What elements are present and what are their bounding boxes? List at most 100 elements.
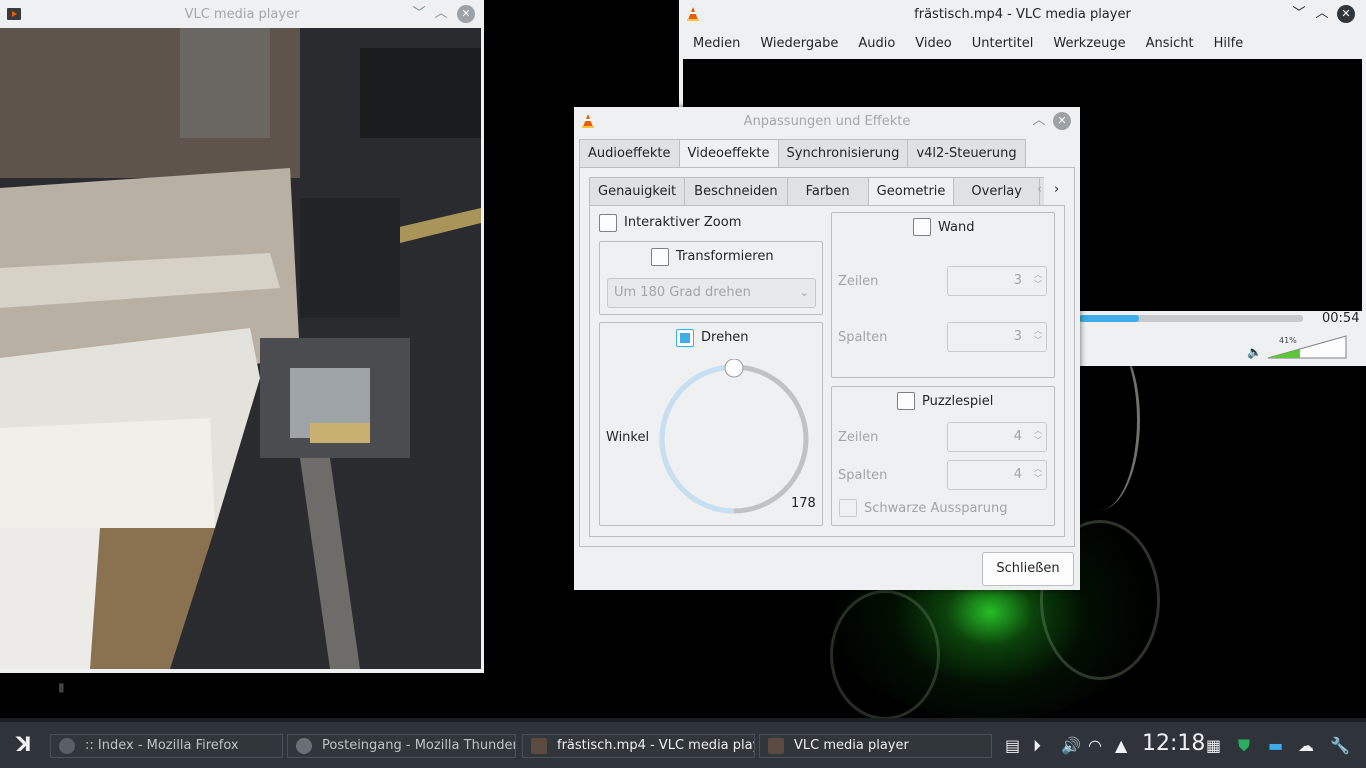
tab-overlay[interactable]: Overlay (953, 177, 1040, 205)
volume-percent: 41% (1279, 336, 1297, 345)
vlc-icon (531, 738, 547, 754)
time-display: 00:54 (1322, 311, 1360, 326)
video-frame-image (0, 28, 481, 669)
spinner-arrows-icon: ︿ ﹀ (1034, 426, 1042, 445)
minimize-button[interactable]: ﹀ (1290, 5, 1308, 23)
menu-audio[interactable]: Audio (848, 36, 905, 51)
menu-medien[interactable]: Medien (683, 36, 750, 51)
menu-hilfe[interactable]: Hilfe (1204, 36, 1254, 51)
wall-rows-value: 3 (1013, 273, 1022, 288)
tab-beschneiden[interactable]: Beschneiden (684, 177, 788, 205)
menu-ansicht[interactable]: Ansicht (1136, 36, 1204, 51)
maximize-button[interactable]: ︿ (1030, 112, 1048, 130)
puzzle-rows-value: 4 (1013, 429, 1022, 444)
wall-rows-spinbox[interactable]: 3 ︿ ﹀ (947, 266, 1047, 296)
puzzle-label: Puzzlespiel (922, 394, 994, 409)
transform-select-value: Um 180 Grad drehen (614, 285, 751, 300)
videoeffekte-panel: Genauigkeit Beschneiden Farben Geometrie… (579, 167, 1075, 547)
menu-wiedergabe[interactable]: Wiedergabe (750, 36, 848, 51)
task-vlc-frastisch[interactable]: frästisch.mp4 - VLC media player (522, 734, 755, 758)
minimize-button[interactable]: ﹀ (410, 5, 428, 23)
close-button[interactable]: ✕ (1053, 112, 1071, 130)
vlc-icon (768, 738, 784, 754)
sub-tabs: Genauigkeit Beschneiden Farben Geometrie… (589, 177, 1044, 206)
tab-audioeffekte[interactable]: Audioeffekte (579, 139, 680, 167)
cloud-icon[interactable]: ☁ (1298, 736, 1314, 755)
wall-cols-spinbox[interactable]: 3 ︿ ﹀ (947, 322, 1047, 352)
maximize-button[interactable]: ︿ (1313, 5, 1331, 23)
interactive-zoom-label: Interaktiver Zoom (624, 215, 742, 230)
dialog-title: Anpassungen und Effekte (743, 113, 911, 129)
media-player-icon[interactable]: ⏵ (1033, 736, 1041, 756)
wrench-icon[interactable]: 🔧 (1330, 736, 1350, 755)
transform-label: Transformieren (676, 249, 774, 264)
window-titlebar[interactable]: frästisch.mp4 - VLC media player ﹀ ︿ ✕ (679, 0, 1366, 28)
tab-videoeffekte[interactable]: Videoeffekte (678, 139, 779, 168)
task-firefox[interactable]: :: Index - Mozilla Firefox (50, 734, 283, 758)
spinner-arrows-icon: ︿ ﹀ (1034, 464, 1042, 483)
puzzle-rows-label: Zeilen (838, 430, 879, 445)
angle-label: Winkel (606, 430, 650, 445)
task-label: Posteingang - Mozilla Thunderbird (322, 738, 515, 753)
geometrie-panel: Interaktiver Zoom Transformieren Um 180 … (589, 205, 1065, 537)
calculator-icon[interactable]: ▦ (1206, 736, 1221, 755)
folder-icon[interactable]: ▬ (1268, 736, 1283, 755)
close-dialog-button[interactable]: Schließen (982, 552, 1074, 586)
menu-werkzeuge[interactable]: Werkzeuge (1043, 36, 1135, 51)
video-display[interactable] (0, 28, 481, 669)
task-label: VLC media player (794, 738, 909, 753)
window-titlebar[interactable]: VLC media player ﹀ ︿ ✕ (0, 0, 484, 28)
main-tabs: Audioeffekte Videoeffekte Synchronisieru… (579, 139, 1026, 168)
angle-value: 178 (791, 496, 816, 511)
volume-icon[interactable]: 🔊 (1061, 736, 1081, 755)
seek-slider[interactable] (1079, 315, 1303, 322)
wifi-icon[interactable]: ◠ (1088, 736, 1102, 755)
transform-select[interactable]: Um 180 Grad drehen ⌄ (607, 278, 816, 308)
speaker-icon[interactable]: 🔈 (1247, 345, 1262, 359)
tab-scroll-left-icon[interactable]: ‹ (1037, 182, 1042, 197)
maximize-button[interactable]: ︿ (432, 5, 450, 23)
clipboard-icon[interactable]: ▤ (1005, 736, 1020, 755)
close-button[interactable]: ✕ (457, 5, 475, 23)
black-slot-checkbox[interactable] (839, 499, 857, 517)
puzzle-cols-value: 4 (1013, 467, 1022, 482)
tab-scroll-right-icon[interactable]: › (1054, 182, 1059, 197)
puzzle-group: Puzzlespiel Zeilen 4 ︿ ﹀ Spalten 4 ︿ ﹀ Sch… (831, 386, 1055, 526)
transform-checkbox[interactable] (651, 248, 669, 266)
seek-progress (1079, 315, 1140, 322)
wall-cols-label: Spalten (838, 330, 888, 345)
menu-bar: Medien Wiedergabe Audio Video Untertitel… (679, 28, 1366, 58)
dialog-titlebar[interactable]: Anpassungen und Effekte ︿ ✕ (574, 107, 1080, 135)
tab-geometrie[interactable]: Geometrie (867, 177, 955, 206)
task-thunderbird[interactable]: Posteingang - Mozilla Thunderbird (287, 734, 516, 758)
vlc-window-small: VLC media player ﹀ ︿ ✕ (0, 0, 484, 673)
shield-icon[interactable]: ⛊ (1238, 736, 1250, 756)
kde-launcher-icon[interactable]: ꓘ (16, 732, 32, 756)
thunderbird-icon (296, 738, 312, 754)
angle-dial[interactable] (655, 359, 815, 519)
puzzle-checkbox[interactable] (897, 392, 915, 410)
desktop-icon: ▮ (58, 680, 65, 694)
task-vlc[interactable]: VLC media player (759, 734, 992, 758)
menu-video[interactable]: Video (905, 36, 961, 51)
effects-dialog: Anpassungen und Effekte ︿ ✕ Audioeffekte… (574, 107, 1080, 590)
tab-v4l2-steuerung[interactable]: v4l2-Steuerung (907, 139, 1026, 167)
interactive-zoom-checkbox[interactable] (599, 214, 617, 232)
close-button[interactable]: ✕ (1337, 5, 1355, 23)
puzzle-rows-spinbox[interactable]: 4 ︿ ﹀ (947, 422, 1047, 452)
tab-farben[interactable]: Farben (786, 177, 869, 205)
window-title: frästisch.mp4 - VLC media player (914, 6, 1131, 22)
arrow-up-icon[interactable]: ▲ (1115, 736, 1127, 755)
menu-untertitel[interactable]: Untertitel (962, 36, 1044, 51)
wall-checkbox[interactable] (913, 218, 931, 236)
rotate-checkbox[interactable] (676, 329, 694, 347)
puzzle-cols-spinbox[interactable]: 4 ︿ ﹀ (947, 460, 1047, 490)
clock[interactable]: 12:18 (1142, 731, 1205, 756)
task-label: frästisch.mp4 - VLC media player (557, 738, 755, 753)
tab-genauigkeit[interactable]: Genauigkeit (589, 177, 686, 205)
tab-synchronisierung[interactable]: Synchronisierung (777, 139, 909, 167)
wallpaper-ring (830, 590, 940, 720)
spinner-arrows-icon: ︿ ﹀ (1034, 326, 1042, 345)
rotate-group: Drehen Winkel 178 (599, 322, 823, 526)
wall-cols-value: 3 (1013, 329, 1022, 344)
